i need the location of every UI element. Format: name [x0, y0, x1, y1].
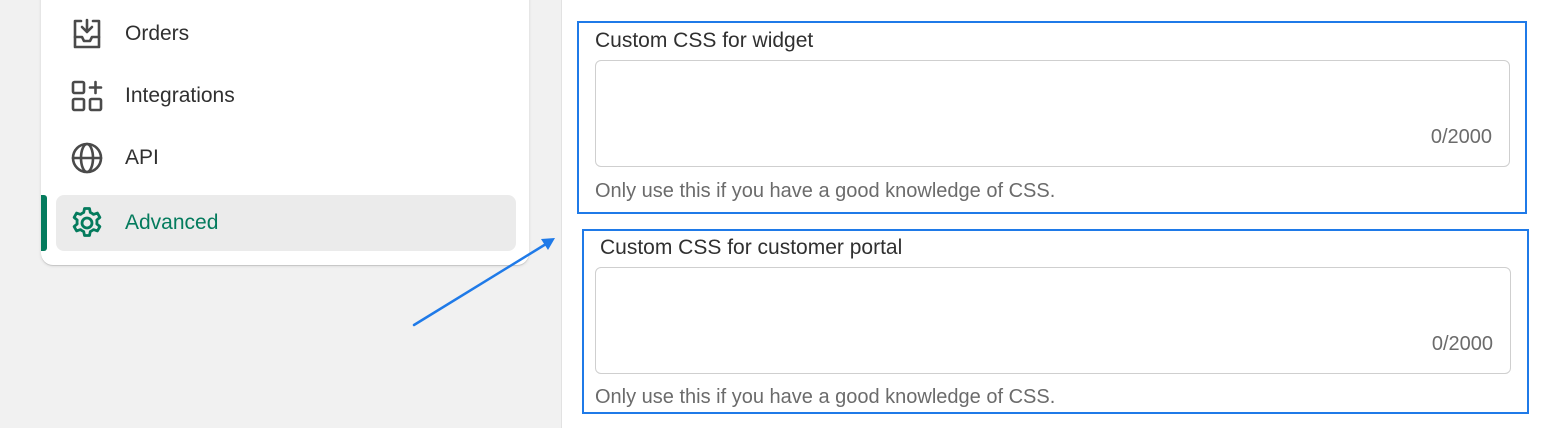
widget-css-help-text: Only use this if you have a good knowled… — [595, 180, 1056, 202]
widget-css-label: Custom CSS for widget — [595, 29, 814, 52]
sidebar-item-label: Orders — [125, 22, 190, 45]
sidebar-item-orders[interactable]: Orders — [56, 6, 516, 62]
widget-css-char-counter: 0/2000 — [1430, 126, 1492, 148]
gear-icon — [68, 204, 106, 242]
sidebar-item-advanced[interactable]: Advanced — [56, 195, 516, 251]
customer-portal-css-char-counter: 0/2000 — [1431, 333, 1493, 355]
widget-css-field: Custom CSS for widget 0/2000 Only use th… — [577, 21, 1527, 214]
settings-sidebar: Orders Integrations API Advanced — [41, 0, 529, 265]
sidebar-item-label: Integrations — [125, 84, 235, 107]
customer-portal-css-help-text: Only use this if you have a good knowled… — [595, 386, 1056, 408]
customer-portal-css-label: Custom CSS for customer portal — [600, 236, 903, 259]
customer-portal-css-textarea[interactable]: 0/2000 — [595, 267, 1511, 374]
active-indicator — [41, 195, 47, 251]
sidebar-item-integrations[interactable]: Integrations — [56, 68, 516, 124]
sidebar-item-label: API — [125, 146, 159, 169]
globe-icon — [68, 139, 106, 177]
sidebar-item-label: Advanced — [125, 211, 219, 234]
sidebar-item-api[interactable]: API — [56, 130, 516, 186]
widget-css-textarea[interactable]: 0/2000 — [595, 60, 1510, 167]
orders-inbox-icon — [68, 15, 106, 53]
customer-portal-css-field: Custom CSS for customer portal 0/2000 On… — [582, 229, 1529, 414]
integrations-apps-icon — [68, 77, 106, 115]
